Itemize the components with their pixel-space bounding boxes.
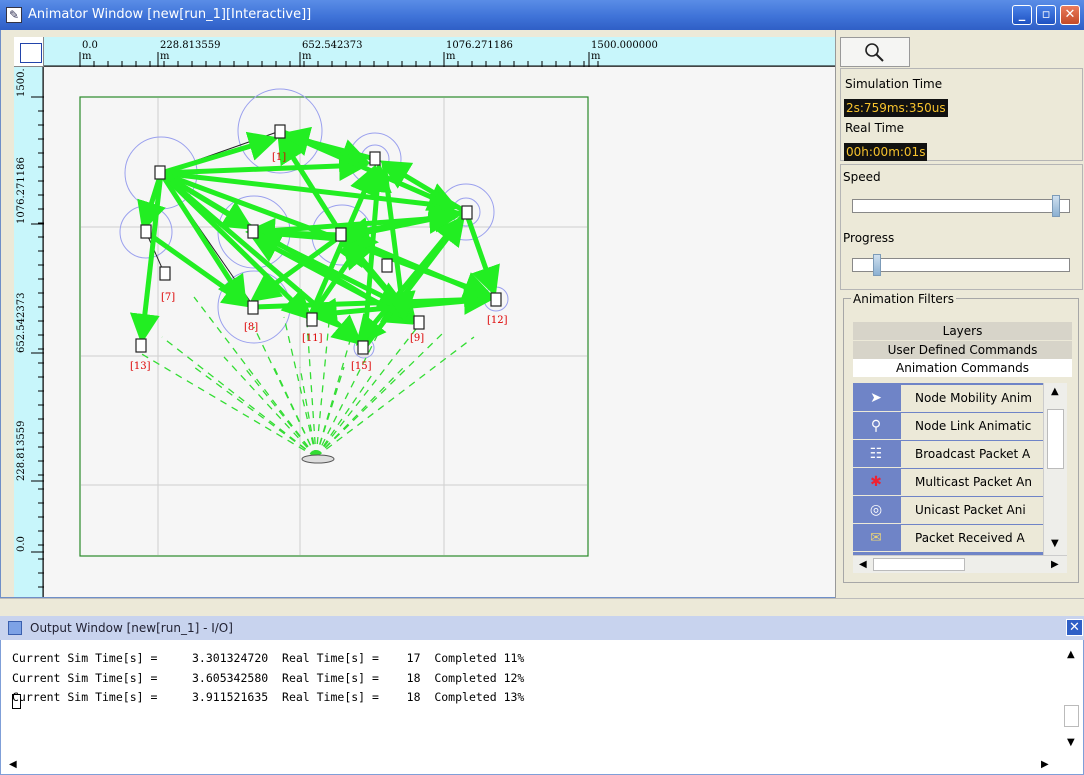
ruler-unit: m bbox=[82, 51, 92, 62]
node-label: [7] bbox=[161, 292, 176, 303]
output-title-bar[interactable]: Output Window [new[run_1] - I/O] bbox=[0, 616, 1084, 640]
tab-layers[interactable]: Layers bbox=[853, 322, 1072, 340]
output-line: Current Sim Time[s] = 3.605342580 Real T… bbox=[12, 671, 525, 685]
progress-label: Progress bbox=[843, 231, 895, 245]
ruler-left-label: 1076.271186 bbox=[16, 157, 27, 224]
unicast-packet-icon: ◎ bbox=[857, 500, 895, 520]
text-cursor[interactable] bbox=[12, 694, 21, 709]
left-border bbox=[1, 37, 14, 597]
command-label: Multicast Packet An bbox=[901, 469, 1043, 495]
sim-time-label: Simulation Time bbox=[845, 77, 943, 91]
ruler-unit: m bbox=[160, 51, 170, 62]
animator-title: Animator Window [new[run_1][Interactive]… bbox=[28, 7, 312, 22]
node-label: [13] bbox=[130, 361, 151, 372]
command-label: Packet Received A bbox=[901, 525, 1043, 551]
scroll-thumb[interactable] bbox=[1047, 409, 1064, 469]
scroll-right-icon[interactable]: ▶ bbox=[1051, 559, 1059, 570]
animator-window-icon: ✎ bbox=[6, 7, 22, 23]
ruler-top-label: 228.813559 bbox=[160, 40, 221, 51]
scroll-down-icon[interactable]: ▼ bbox=[1051, 538, 1059, 549]
ruler-top-label: 1076.271186 bbox=[446, 40, 513, 51]
restore-button[interactable]: ▫ bbox=[1036, 5, 1056, 25]
ruler-top: 0.0 228.813559 652.542373 1076.271186 15… bbox=[44, 37, 835, 67]
node-link-icon: ⚲ bbox=[857, 416, 895, 436]
ruler-left-label: 0.0 bbox=[16, 536, 27, 552]
zoom-button[interactable] bbox=[840, 37, 910, 67]
ruler-left: 1500. 1076.271186 652.542373 228.813559 … bbox=[14, 67, 44, 597]
tab-animation-commands[interactable]: Animation Commands bbox=[853, 359, 1072, 377]
list-item[interactable]: ✱ Multicast Packet An bbox=[853, 469, 1043, 496]
output-line: Current Sim Time[s] = 3.911521635 Real T… bbox=[12, 690, 525, 704]
command-label: Node Mobility Anim bbox=[901, 385, 1043, 411]
list-item[interactable]: ✉ Packet Received A bbox=[853, 525, 1043, 552]
command-label: Broadcast Packet A bbox=[901, 441, 1043, 467]
scroll-left-icon[interactable]: ◀ bbox=[859, 559, 867, 570]
speed-slider[interactable] bbox=[852, 199, 1070, 213]
scroll-left-icon[interactable]: ◀ bbox=[9, 759, 17, 770]
speed-slider-thumb[interactable] bbox=[1051, 195, 1060, 217]
ruler-unit: m bbox=[591, 51, 601, 62]
ruler-top-label: 1500.000000 bbox=[591, 40, 658, 51]
output-title: Output Window [new[run_1] - I/O] bbox=[30, 621, 233, 635]
node-mobility-icon: ➤ bbox=[857, 388, 895, 408]
output-window-icon bbox=[8, 621, 22, 635]
ruler-left-label: 1500. bbox=[16, 68, 27, 97]
node-label: [1] bbox=[272, 152, 287, 163]
scroll-thumb[interactable] bbox=[873, 558, 965, 571]
magnifier-icon bbox=[865, 43, 884, 62]
node-label: [15] bbox=[351, 361, 372, 372]
ruler-unit: m bbox=[446, 51, 456, 62]
progress-slider[interactable] bbox=[852, 258, 1070, 272]
command-list[interactable]: ➤ Node Mobility Anim ⚲ Node Link Animati… bbox=[853, 383, 1043, 555]
list-item[interactable]: ☷ Broadcast Packet A bbox=[853, 441, 1043, 468]
ruler-left-label: 652.542373 bbox=[16, 292, 27, 353]
ruler-top-label: 652.542373 bbox=[302, 40, 363, 51]
sim-time-value: 2s:759ms:350us bbox=[844, 99, 948, 117]
list-item[interactable]: ◎ Unicast Packet Ani bbox=[853, 497, 1043, 524]
real-time-label: Real Time bbox=[845, 121, 905, 135]
animation-canvas[interactable]: [1] [7] [8] [11] [15] [9] [12] [13] bbox=[44, 67, 835, 597]
scroll-up-icon[interactable]: ▲ bbox=[1067, 649, 1075, 660]
progress-slider-thumb[interactable] bbox=[873, 254, 881, 276]
select-all-icon bbox=[20, 43, 42, 63]
output-hscrollbar[interactable]: ◀ ▶ bbox=[1, 755, 1061, 773]
ruler-top-label: 0.0 bbox=[82, 40, 98, 51]
list-item[interactable]: ➤ Node Mobility Anim bbox=[853, 385, 1043, 412]
node-label: [9] bbox=[410, 333, 425, 344]
window-splitter[interactable] bbox=[0, 598, 1084, 616]
network-diagram bbox=[79, 88, 589, 557]
ruler-left-label: 228.813559 bbox=[16, 420, 27, 481]
broadcast-packet-icon: ☷ bbox=[857, 444, 895, 464]
packet-received-icon: ✉ bbox=[857, 528, 895, 548]
scroll-thumb[interactable] bbox=[1064, 705, 1079, 727]
node-label: [8] bbox=[244, 322, 259, 333]
multicast-packet-icon: ✱ bbox=[857, 472, 895, 492]
filters-label: Animation Filters bbox=[851, 292, 956, 306]
command-label: Node Link Animatic bbox=[901, 413, 1043, 439]
command-list-hscrollbar[interactable]: ◀ ▶ bbox=[853, 555, 1067, 573]
output-close-button[interactable]: ✕ bbox=[1066, 619, 1083, 636]
minimize-button[interactable]: _ bbox=[1012, 5, 1032, 25]
scroll-down-icon[interactable]: ▼ bbox=[1067, 737, 1075, 748]
tab-user-defined-commands[interactable]: User Defined Commands bbox=[853, 341, 1072, 359]
speed-label: Speed bbox=[843, 170, 881, 184]
animator-title-bar[interactable]: ✎ Animator Window [new[run_1][Interactiv… bbox=[0, 0, 1084, 30]
scroll-right-icon[interactable]: ▶ bbox=[1041, 759, 1049, 770]
ruler-corner[interactable] bbox=[14, 37, 44, 67]
ruler-unit: m bbox=[302, 51, 312, 62]
command-label: Unicast Packet Ani bbox=[901, 497, 1043, 523]
scroll-up-icon[interactable]: ▲ bbox=[1051, 386, 1059, 397]
close-button[interactable]: ✕ bbox=[1060, 5, 1080, 25]
node-label: [12] bbox=[487, 315, 508, 326]
command-list-vscrollbar[interactable]: ▲ ▼ bbox=[1043, 383, 1067, 555]
node-label: [11] bbox=[302, 333, 323, 344]
output-line: Current Sim Time[s] = 3.301324720 Real T… bbox=[12, 651, 525, 665]
output-vscrollbar[interactable]: ▲ ▼ bbox=[1062, 641, 1082, 755]
list-item[interactable]: ⚲ Node Link Animatic bbox=[853, 413, 1043, 440]
real-time-value: 00h:00m:01s bbox=[844, 143, 928, 161]
